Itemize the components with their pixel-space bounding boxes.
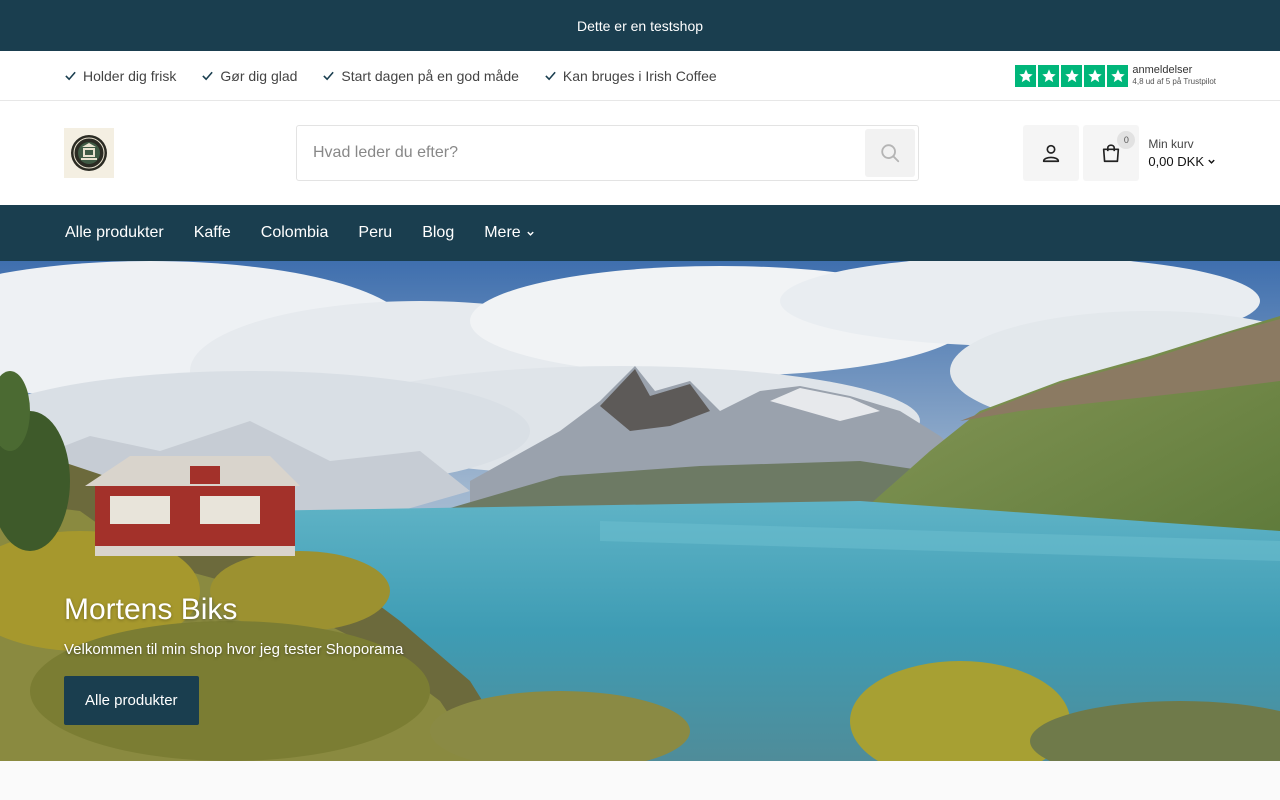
usp-item: Start dagen på en god måde [322,67,519,84]
cart-button[interactable]: 0 [1083,125,1140,181]
trustpilot-text: anmeldelser 4,8 ud af 5 på Trustpilot [1132,65,1216,86]
star-icon [1084,64,1106,87]
trustpilot-title: anmeldelser [1132,64,1193,76]
nav-item-label: Colombia [260,224,329,241]
check-icon [545,71,556,81]
main-navigation: Alle produkter Kaffe Colombia Peru Blog … [0,205,1280,261]
usp-label: Gør dig glad [220,67,298,84]
usp-label: Start dagen på en god måde [341,67,519,84]
usp-label: Kan bruges i Irish Coffee [562,67,717,84]
hero-content: Mortens Biks Velkommen til min shop hvor… [64,593,403,725]
nav-item-label: Alle produkter [65,224,164,241]
search-bar [296,125,919,181]
search-input[interactable] [313,144,865,162]
site-header: 0 Min kurv 0,00 DKK [0,101,1280,205]
nav-item-label: Peru [358,224,393,241]
account-button[interactable] [1023,125,1080,181]
nav-item-peru[interactable]: Peru [343,224,407,242]
nav-item-mere[interactable]: Mere [469,224,549,242]
usp-bar: Holder dig frisk Gør dig glad Start dage… [0,51,1280,101]
cart-count-badge: 0 [1117,131,1136,149]
check-icon [65,71,76,81]
usp-item: Kan bruges i Irish Coffee [544,68,717,84]
trustpilot-stars [1015,64,1129,87]
chevron-down-icon [1208,159,1215,164]
usp-item: Gør dig glad [201,68,297,84]
announcement-text: Dette er en testshop [576,17,704,34]
nav-item-label: Kaffe [193,224,231,241]
cart-label: Min kurv [1148,137,1194,151]
nav-item-blog[interactable]: Blog [407,224,469,242]
star-icon [1107,64,1129,87]
star-icon [1038,64,1060,87]
cart-total-value: 0,00 DKK [1148,154,1204,169]
cart-summary[interactable]: Min kurv 0,00 DKK [1148,138,1216,168]
nav-item-colombia[interactable]: Colombia [246,224,344,242]
hero-title: Mortens Biks [64,593,238,626]
star-icon [1061,64,1083,87]
nav-item-label: Blog [422,224,455,241]
page-content-area [0,761,1280,800]
cart-total: 0,00 DKK [1148,155,1216,168]
header-actions: 0 Min kurv 0,00 DKK [1019,125,1216,181]
usp-label: Holder dig frisk [83,67,177,84]
user-icon [1043,144,1060,163]
announcement-bar: Dette er en testshop [0,0,1280,51]
check-icon [323,71,335,81]
check-icon [202,71,214,81]
star-icon [1015,64,1037,87]
nav-item-label: Mere [484,224,521,241]
usp-item: Holder dig frisk [64,68,176,84]
search-button[interactable] [865,129,915,177]
nav-item-kaffe[interactable]: Kaffe [179,224,246,242]
search-icon [881,144,900,163]
hero-banner: Mortens Biks Velkommen til min shop hvor… [0,261,1280,761]
logo-emblem-icon [71,135,107,171]
chevron-down-icon [526,231,534,236]
hero-cta-button[interactable]: Alle produkter [64,676,199,725]
nav-item-alle-produkter[interactable]: Alle produkter [50,224,179,242]
trustpilot-rating: 4,8 ud af 5 på Trustpilot [1132,77,1216,86]
trustpilot-widget[interactable]: anmeldelser 4,8 ud af 5 på Trustpilot [1015,64,1216,87]
shop-logo[interactable] [64,128,114,178]
hero-subtitle: Velkommen til min shop hvor jeg tester S… [64,641,404,658]
